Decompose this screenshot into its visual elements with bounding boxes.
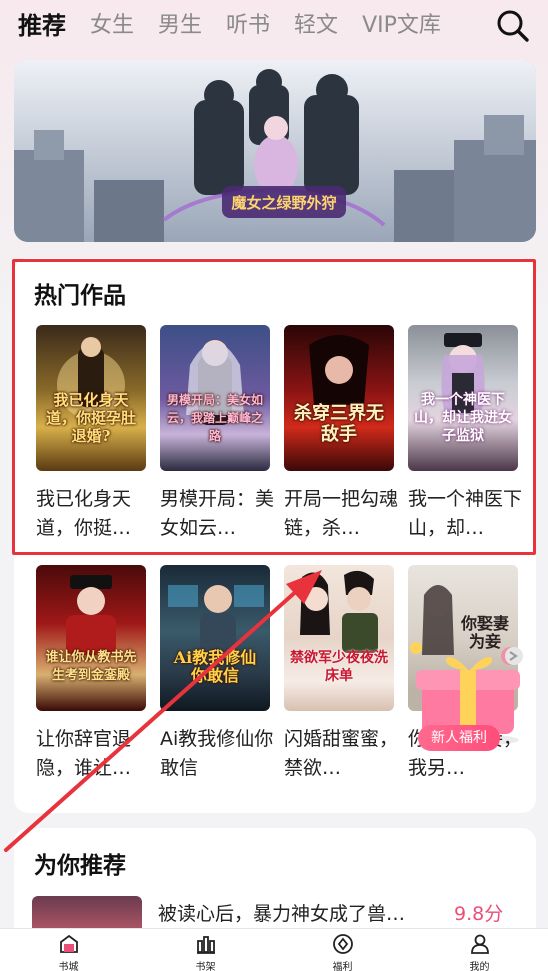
cover-title: Ai教我修仙你敢信 <box>173 648 257 685</box>
bookstore-icon <box>59 934 78 953</box>
bottom-tab-bookstore[interactable]: 书城 <box>0 929 137 971</box>
bottom-tab-label: 福利 <box>332 962 353 971</box>
book-item[interactable]: 杀穿三界无敌手 开局一把勾魂链，杀… <box>284 325 398 543</box>
book-title: 男模开局：美女如云… <box>160 488 274 539</box>
book-cover: 杀穿三界无敌手 <box>284 325 394 471</box>
section-title-hot: 热门作品 <box>34 283 126 309</box>
tab-vip-library[interactable]: VIP文库 <box>362 0 441 52</box>
new-user-benefit-badge[interactable]: 新人福利 <box>418 725 500 751</box>
book-title: 我已化身天道，你挺… <box>36 488 132 539</box>
recommend-book-title[interactable]: 被读心后，暴力神女成了兽… <box>158 899 444 926</box>
bottom-tab-profile[interactable]: 我的 <box>411 929 548 971</box>
cover-art <box>300 570 378 653</box>
benefits-icon <box>332 934 353 954</box>
banner-illustration: 魔女之绿野外狩 <box>14 60 536 242</box>
book-cover: 禁欲军少夜夜洗床单 <box>284 565 394 711</box>
book-cover: 谁让你从教书先生考到金銮殿 <box>36 565 146 711</box>
cover-title: 谁让你从教书先生考到金銮殿 <box>45 650 137 683</box>
book-cover: 男模开局：美女如云，我踏上巅峰之路 <box>160 325 270 471</box>
bottom-tab-benefits[interactable]: 福利 <box>274 929 411 971</box>
book-title: 开局一把勾魂链，杀… <box>284 488 398 539</box>
cover-title: 男模开局：美女如云，我踏上巅峰之路 <box>166 393 263 443</box>
book-item[interactable]: 我一个神医下山，却让我进女子监狱 我一个神医下山，却… <box>408 325 522 543</box>
book-title: Ai教我修仙你敢信 <box>160 728 274 779</box>
tab-male[interactable]: 男生 <box>158 0 202 52</box>
bottom-tab-bookshelf[interactable]: 书架 <box>137 929 274 971</box>
bottom-tab-bar: 书城 书架 福利 我的 <box>0 928 548 971</box>
book-item[interactable]: 男模开局：美女如云，我踏上巅峰之路 男模开局：美女如云… <box>160 325 274 543</box>
profile-icon <box>470 934 489 954</box>
tab-audiobook[interactable]: 听书 <box>226 0 270 52</box>
book-title: 闪婚甜蜜蜜，禁欲… <box>284 728 398 779</box>
banner-carousel[interactable]: 魔女之绿野外狩 <box>14 60 536 242</box>
tab-female[interactable]: 女生 <box>90 0 134 52</box>
bookshelf-icon <box>196 936 215 954</box>
book-cover: 我一个神医下山，却让我进女子监狱 <box>408 325 518 471</box>
cover-art <box>66 575 116 655</box>
bottom-tab-label: 书架 <box>195 962 216 971</box>
search-icon[interactable] <box>496 9 530 43</box>
section-title-recommend: 为你推荐 <box>34 853 126 879</box>
book-cover: 我已化身天道，你挺孕肚退婚? <box>36 325 146 471</box>
tab-recommend[interactable]: 推荐 <box>18 0 66 52</box>
book-title: 让你辞官退隐，谁让… <box>36 728 132 779</box>
cover-title: 我已化身天道，你挺孕肚退婚? <box>45 391 136 445</box>
bottom-tab-label: 书城 <box>58 962 79 971</box>
book-title: 我一个神医下山，却… <box>408 488 522 539</box>
cover-title: 我一个神医下山，却让我进女子监狱 <box>414 392 512 444</box>
cover-art <box>309 335 369 405</box>
cover-title: 杀穿三界无敌手 <box>294 403 384 445</box>
recommend-book-score: 9.8分 <box>454 903 504 925</box>
top-navigation: 推荐 女生 男生 听书 轻文 VIP文库 <box>0 0 548 52</box>
book-item[interactable]: 我已化身天道，你挺孕肚退婚? 我已化身天道，你挺… <box>36 325 146 543</box>
book-item[interactable]: Ai教我修仙你敢信 Ai教我修仙你敢信 <box>160 565 273 783</box>
book-cover: Ai教我修仙你敢信 <box>160 565 270 711</box>
cover-title: 禁欲军少夜夜洗床单 <box>290 650 388 684</box>
bottom-tab-label: 我的 <box>469 962 490 971</box>
cover-art <box>168 585 264 653</box>
book-item[interactable]: 谁让你从教书先生考到金銮殿 让你辞官退隐，谁让… <box>36 565 146 783</box>
banner-title: 魔女之绿野外狩 <box>231 194 336 212</box>
tab-light-reading[interactable]: 轻文 <box>294 0 338 52</box>
book-item[interactable]: 禁欲军少夜夜洗床单 闪婚甜蜜蜜，禁欲… <box>284 565 398 783</box>
